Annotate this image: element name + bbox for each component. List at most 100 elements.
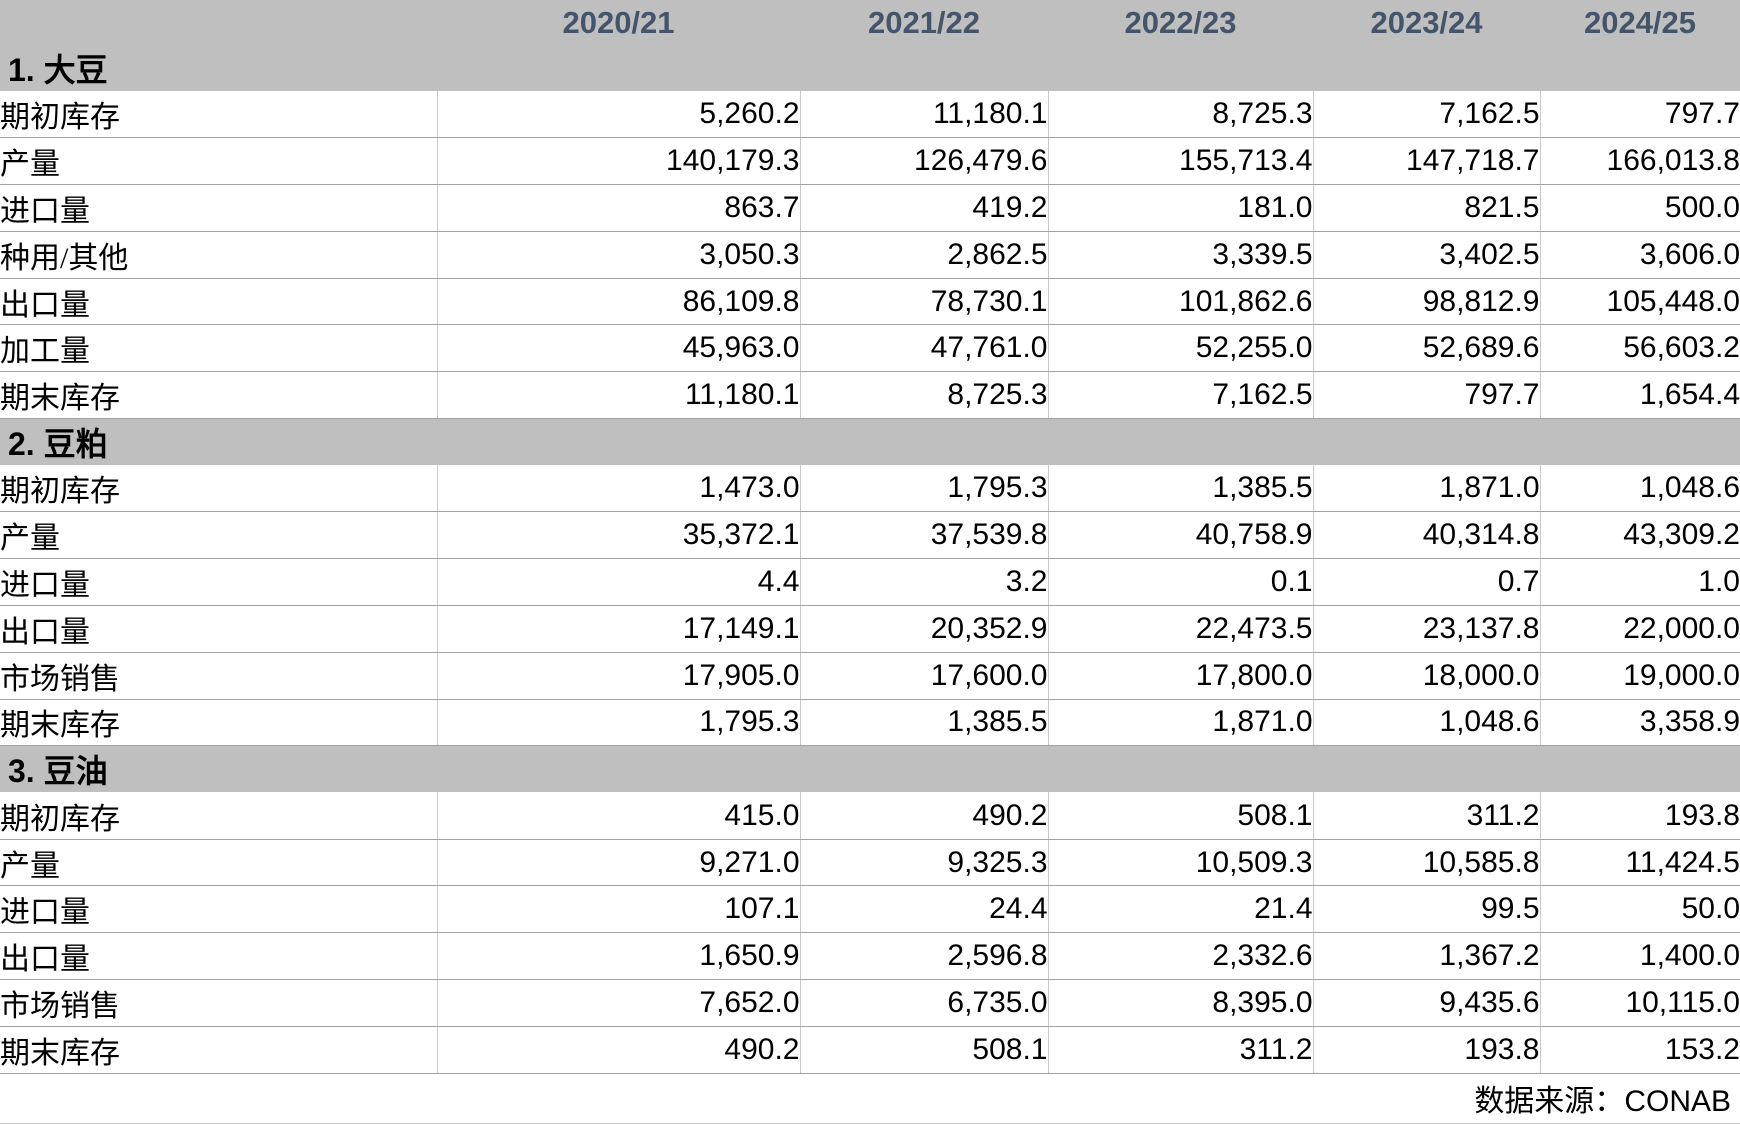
value-cell: 9,435.6 (1313, 980, 1540, 1027)
value-cell: 0.1 (1048, 559, 1313, 606)
value-cell: 181.0 (1048, 185, 1313, 232)
value-cell: 1,048.6 (1540, 465, 1740, 512)
value-cell: 1,650.9 (437, 933, 800, 980)
value-cell: 3,606.0 (1540, 231, 1740, 278)
table-body: 1. 大豆期初库存5,260.211,180.18,725.37,162.579… (0, 45, 1740, 1073)
value-cell: 797.7 (1540, 91, 1740, 138)
value-cell: 2,596.8 (800, 933, 1048, 980)
table-row: 期初库存1,473.01,795.31,385.51,871.01,048.6 (0, 465, 1740, 512)
value-cell: 17,149.1 (437, 605, 800, 652)
year-header: 2023/24 (1313, 0, 1540, 45)
table-row: 加工量45,963.047,761.052,255.052,689.656,60… (0, 325, 1740, 372)
value-cell: 10,509.3 (1048, 839, 1313, 886)
value-cell: 24.4 (800, 886, 1048, 933)
row-label: 产量 (0, 138, 437, 185)
table-row: 期初库存415.0490.2508.1311.2193.8 (0, 792, 1740, 839)
value-cell: 3,402.5 (1313, 231, 1540, 278)
row-label: 期末库存 (0, 372, 437, 419)
value-cell: 22,473.5 (1048, 605, 1313, 652)
table-row: 市场销售7,652.06,735.08,395.09,435.610,115.0 (0, 980, 1740, 1027)
table-row: 期末库存11,180.18,725.37,162.5797.71,654.4 (0, 372, 1740, 419)
value-cell: 40,314.8 (1313, 512, 1540, 559)
row-label: 出口量 (0, 278, 437, 325)
value-cell: 3.2 (800, 559, 1048, 606)
section-title: 豆油 (44, 753, 108, 789)
year-header: 2024/25 (1540, 0, 1740, 45)
value-cell: 9,271.0 (437, 839, 800, 886)
value-cell: 8,395.0 (1048, 980, 1313, 1027)
value-cell: 1,795.3 (800, 465, 1048, 512)
value-cell: 508.1 (1048, 792, 1313, 839)
source-cell: 数据来源：CONAB (0, 1073, 1740, 1123)
value-cell: 9,325.3 (800, 839, 1048, 886)
value-cell: 1,871.0 (1048, 699, 1313, 746)
table-row: 出口量86,109.878,730.1101,862.698,812.9105,… (0, 278, 1740, 325)
row-label: 市场销售 (0, 980, 437, 1027)
table-row: 期末库存1,795.31,385.51,871.01,048.63,358.9 (0, 699, 1740, 746)
value-cell: 155,713.4 (1048, 138, 1313, 185)
value-cell: 419.2 (800, 185, 1048, 232)
value-cell: 153.2 (1540, 1026, 1740, 1073)
value-cell: 56,603.2 (1540, 325, 1740, 372)
section-title: 大豆 (44, 52, 108, 88)
value-cell: 11,180.1 (437, 372, 800, 419)
value-cell: 11,180.1 (800, 91, 1048, 138)
row-label: 期末库存 (0, 699, 437, 746)
table-row: 产量35,372.137,539.840,758.940,314.843,309… (0, 512, 1740, 559)
value-cell: 490.2 (800, 792, 1048, 839)
value-cell: 863.7 (437, 185, 800, 232)
value-cell: 147,718.7 (1313, 138, 1540, 185)
value-cell: 19,000.0 (1540, 652, 1740, 699)
row-label: 进口量 (0, 886, 437, 933)
year-header: 2021/22 (800, 0, 1048, 45)
table-row: 期初库存5,260.211,180.18,725.37,162.5797.7 (0, 91, 1740, 138)
row-label: 种用/其他 (0, 231, 437, 278)
row-label: 产量 (0, 839, 437, 886)
value-cell: 45,963.0 (437, 325, 800, 372)
table-row: 产量140,179.3126,479.6155,713.4147,718.716… (0, 138, 1740, 185)
year-header: 2020/21 (437, 0, 800, 45)
value-cell: 7,162.5 (1313, 91, 1540, 138)
value-cell: 1.0 (1540, 559, 1740, 606)
value-cell: 821.5 (1313, 185, 1540, 232)
value-cell: 4.4 (437, 559, 800, 606)
value-cell: 2,332.6 (1048, 933, 1313, 980)
value-cell: 140,179.3 (437, 138, 800, 185)
section-number: 3. (8, 753, 35, 789)
value-cell: 78,730.1 (800, 278, 1048, 325)
table-row: 出口量1,650.92,596.82,332.61,367.21,400.0 (0, 933, 1740, 980)
section-title-cell: 1. 大豆 (0, 45, 1740, 91)
value-cell: 22,000.0 (1540, 605, 1740, 652)
value-cell: 17,600.0 (800, 652, 1048, 699)
supply-demand-table: 2020/212021/222022/232023/242024/25 1. 大… (0, 0, 1740, 1124)
source-value: CONAB (1624, 1085, 1731, 1118)
row-label: 产量 (0, 512, 437, 559)
value-cell: 1,871.0 (1313, 465, 1540, 512)
value-cell: 1,654.4 (1540, 372, 1740, 419)
value-cell: 101,862.6 (1048, 278, 1313, 325)
value-cell: 490.2 (437, 1026, 800, 1073)
value-cell: 1,367.2 (1313, 933, 1540, 980)
source-label: 数据来源： (1474, 1085, 1624, 1118)
row-label: 期初库存 (0, 792, 437, 839)
value-cell: 105,448.0 (1540, 278, 1740, 325)
value-cell: 17,800.0 (1048, 652, 1313, 699)
value-cell: 86,109.8 (437, 278, 800, 325)
value-cell: 5,260.2 (437, 91, 800, 138)
row-label: 进口量 (0, 559, 437, 606)
value-cell: 7,652.0 (437, 980, 800, 1027)
value-cell: 311.2 (1048, 1026, 1313, 1073)
table-row: 期末库存490.2508.1311.2193.8153.2 (0, 1026, 1740, 1073)
value-cell: 415.0 (437, 792, 800, 839)
value-cell: 193.8 (1540, 792, 1740, 839)
value-cell: 23,137.8 (1313, 605, 1540, 652)
section-title: 豆粕 (44, 426, 108, 462)
value-cell: 8,725.3 (1048, 91, 1313, 138)
value-cell: 8,725.3 (800, 372, 1048, 419)
value-cell: 47,761.0 (800, 325, 1048, 372)
value-cell: 98,812.9 (1313, 278, 1540, 325)
value-cell: 52,255.0 (1048, 325, 1313, 372)
value-cell: 6,735.0 (800, 980, 1048, 1027)
value-cell: 126,479.6 (800, 138, 1048, 185)
value-cell: 508.1 (800, 1026, 1048, 1073)
